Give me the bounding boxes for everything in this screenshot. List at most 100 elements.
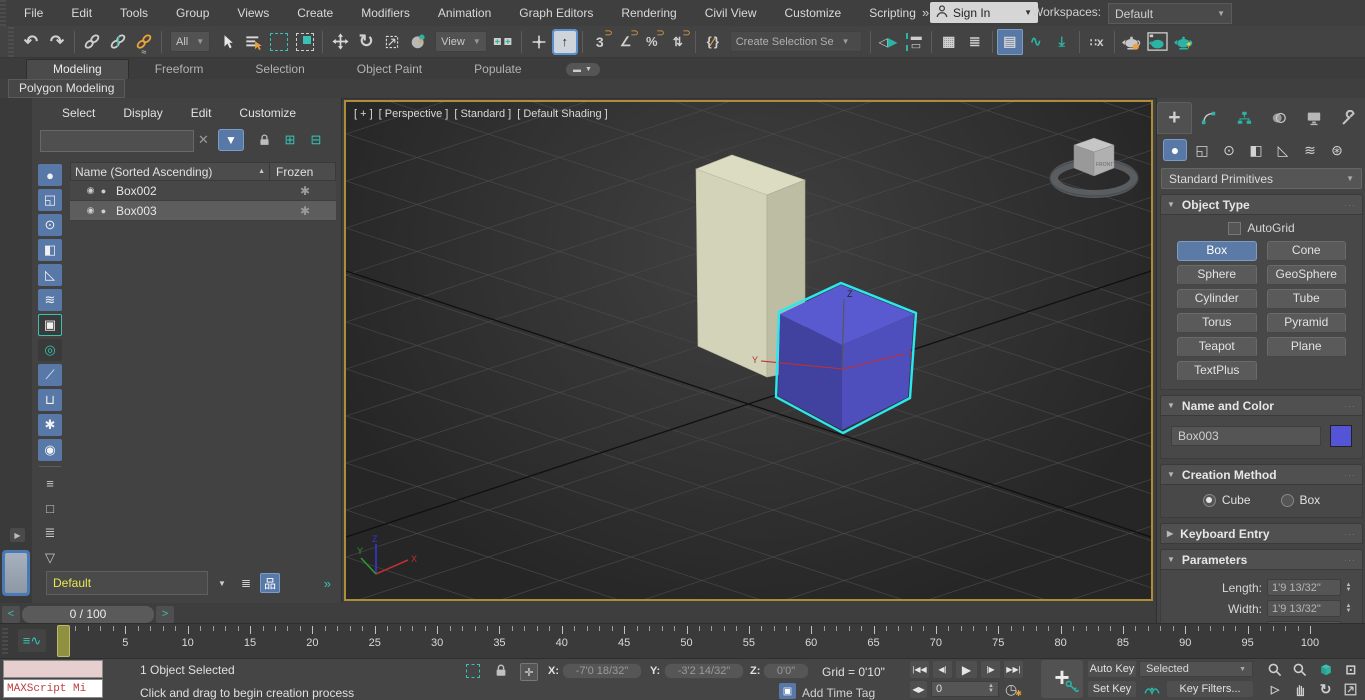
se-view-blank-icon[interactable]: □	[38, 497, 62, 519]
time-tag-cube-icon[interactable]: ▣	[779, 683, 796, 699]
keyboard-shortcut-override-toggle[interactable]: ↑	[551, 28, 578, 55]
ribbon-tab-modeling[interactable]: Modeling	[26, 59, 129, 79]
angle-snap-toggle-icon[interactable]: ∠ ⊃	[613, 28, 639, 55]
menu-file[interactable]: File	[10, 1, 57, 26]
column-header-frozen[interactable]: Frozen	[270, 163, 335, 180]
primitive-button-textplus[interactable]: TextPlus	[1177, 361, 1257, 381]
category-shapes-icon[interactable]: ◱	[1190, 139, 1214, 161]
time-slider[interactable]	[57, 625, 70, 657]
ribbon-minimize-button[interactable]: ▬ ▼	[548, 63, 600, 79]
viewport-menu-pov[interactable]: [ Perspective ]	[379, 108, 449, 120]
tab-create[interactable]: +	[1157, 102, 1192, 134]
se-display-frozen-icon[interactable]: ✱	[38, 414, 62, 436]
toggle-scene-explorer-icon[interactable]: ▦	[936, 29, 962, 55]
pan-button[interactable]	[1288, 680, 1312, 698]
menu-scripting[interactable]: Scripting	[855, 1, 930, 26]
explorer-menu-select[interactable]: Select	[52, 104, 105, 122]
visibility-icon[interactable]: ◉	[84, 205, 97, 216]
se-display-hidden-icon[interactable]: ◉	[38, 439, 62, 461]
table-row-box002[interactable]: ◉ ● Box002 ✱	[70, 181, 336, 201]
object-color-swatch[interactable]	[1330, 425, 1352, 447]
expand-panel-button[interactable]: ▶	[10, 528, 25, 542]
percent-snap-toggle-icon[interactable]: % ⊃	[639, 28, 665, 55]
set-key-button[interactable]: Set Key	[1088, 681, 1136, 697]
object-name-field[interactable]: Box003	[1171, 426, 1322, 446]
menu-group[interactable]: Group	[162, 1, 223, 26]
frozen-icon[interactable]: ✱	[274, 184, 336, 198]
edit-named-selection-sets-icon[interactable]: {⁄}	[700, 29, 726, 55]
menubar-grip[interactable]	[0, 0, 6, 26]
set-keys-button[interactable]: +	[1041, 660, 1083, 698]
primitive-button-pyramid[interactable]: Pyramid	[1266, 313, 1346, 333]
category-spacewarps-icon[interactable]: ≋	[1298, 139, 1322, 161]
table-row-box003[interactable]: ◉ ● Box003 ✱	[70, 201, 336, 221]
rendered-frame-window-icon[interactable]	[1145, 29, 1171, 55]
render-setup-icon[interactable]	[1119, 29, 1145, 55]
select-and-scale-icon[interactable]	[379, 29, 405, 55]
category-helpers-icon[interactable]: ◺	[1271, 139, 1295, 161]
zoom-all-button[interactable]	[1288, 661, 1312, 679]
selection-filter-dropdown[interactable]: All ▼	[170, 31, 211, 52]
menu-tools[interactable]: Tools	[106, 1, 162, 26]
primitive-button-teapot[interactable]: Teapot	[1177, 337, 1257, 357]
expand-hierarchy-icon[interactable]: ⊞	[280, 131, 300, 149]
se-display-geometry-icon[interactable]: ●	[38, 164, 62, 186]
search-input[interactable]	[40, 130, 194, 152]
ribbon-tab-populate[interactable]: Populate	[448, 60, 547, 79]
maxscript-mini-listener[interactable]	[3, 660, 103, 678]
new-key-tangent-icon[interactable]	[1140, 681, 1164, 697]
y-coord-field[interactable]: -3'2 14/32"	[664, 663, 744, 679]
previous-frame-button[interactable]: ◀|	[933, 661, 952, 678]
spinner-icon[interactable]: ▲▼	[1343, 600, 1354, 617]
tab-motion[interactable]	[1261, 102, 1296, 134]
key-filters-button[interactable]: Key Filters...	[1167, 681, 1253, 697]
zoom-extents-button[interactable]	[1314, 661, 1338, 679]
window-crossing-toggle-icon[interactable]	[292, 29, 318, 55]
rollout-header-object-type[interactable]: ▼ Object Type ···	[1160, 194, 1363, 215]
viewport-menu-shading[interactable]: [ Default Shading ]	[517, 108, 608, 120]
param-field[interactable]: 1'9 13/32"	[1267, 579, 1341, 596]
se-display-xrefs-icon[interactable]: ◎	[38, 339, 62, 361]
se-display-containers-icon[interactable]: ⊔	[38, 389, 62, 411]
tab-polygon-modeling[interactable]: Polygon Modeling	[8, 79, 126, 98]
se-display-shapes-icon[interactable]: ◱	[38, 189, 62, 211]
viewport-menu-general[interactable]: [ + ]	[354, 108, 373, 120]
creation-method-box[interactable]: Box	[1280, 493, 1320, 507]
category-lights-icon[interactable]: ⊙	[1217, 139, 1241, 161]
renderable-icon[interactable]: ●	[97, 206, 110, 216]
select-and-move-icon[interactable]	[327, 29, 353, 55]
current-frame-field[interactable]: 0 ▲ ▼	[931, 681, 999, 697]
ribbon-tab-object-paint[interactable]: Object Paint	[331, 60, 448, 79]
select-and-place-icon[interactable]	[405, 29, 431, 55]
next-frame-button[interactable]: |▶	[981, 661, 1000, 678]
collapse-hierarchy-icon[interactable]: ⊟	[306, 131, 326, 149]
selection-lock-icon[interactable]	[494, 663, 508, 678]
explorer-menu-customize[interactable]: Customize	[229, 104, 306, 122]
previous-frame-nav-button[interactable]: <	[2, 605, 20, 623]
active-layer-dropdown[interactable]: Default	[46, 571, 208, 595]
primitive-button-box[interactable]: Box	[1177, 241, 1257, 261]
tab-display[interactable]	[1296, 102, 1331, 134]
menu-edit[interactable]: Edit	[57, 1, 106, 26]
column-header-name[interactable]: Name (Sorted Ascending) ▲	[71, 163, 270, 180]
primitive-button-tube[interactable]: Tube	[1266, 289, 1346, 309]
menu-customize[interactable]: Customize	[771, 1, 856, 26]
auto-key-button[interactable]: Auto Key	[1088, 661, 1136, 677]
spinner-icon[interactable]: ▲▼	[988, 683, 994, 694]
time-configuration-icon[interactable]: ◷ ✱	[1005, 681, 1024, 698]
viewport-menu-renderer[interactable]: [ Standard ]	[454, 108, 511, 120]
category-geometry-icon[interactable]: ●	[1163, 139, 1187, 161]
render-production-icon[interactable]	[1171, 29, 1197, 55]
more-tools-chevron[interactable]: »	[324, 576, 331, 591]
orbit-button[interactable]: ↻	[1314, 680, 1338, 698]
maximize-viewport-button[interactable]	[1339, 680, 1363, 698]
layer-dropdown-arrow[interactable]: ▼	[212, 573, 232, 593]
se-view-outline-icon[interactable]: ≣	[38, 522, 62, 544]
primitive-button-sphere[interactable]: Sphere	[1177, 265, 1257, 285]
category-cameras-icon[interactable]: ◧	[1244, 139, 1268, 161]
lock-explorer-icon[interactable]	[254, 131, 274, 149]
select-and-manipulate-icon[interactable]	[526, 29, 552, 55]
isolate-selection-icon[interactable]	[466, 664, 480, 678]
use-pivot-point-center-icon[interactable]	[491, 29, 517, 55]
se-display-helpers-icon[interactable]: ◺	[38, 264, 62, 286]
